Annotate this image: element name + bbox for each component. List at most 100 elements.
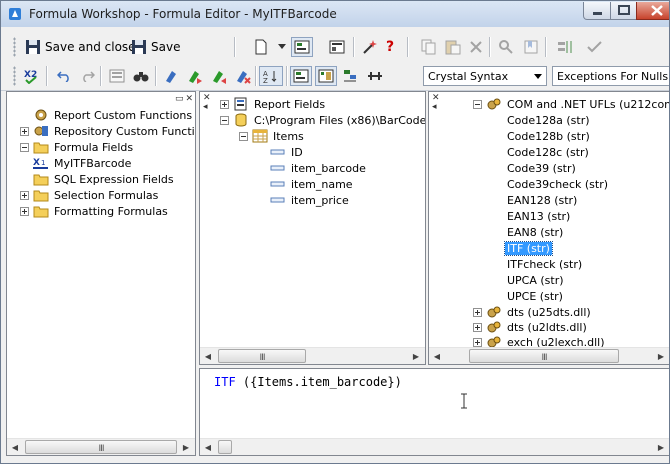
- expert-button[interactable]: [362, 37, 378, 57]
- minimize-button[interactable]: [583, 2, 611, 20]
- find-button[interactable]: [498, 37, 514, 57]
- tree-item[interactable]: ITF (str): [504, 240, 553, 256]
- save-and-close-button[interactable]: Save and close: [25, 37, 136, 57]
- pane-close-icon[interactable]: ✕: [185, 94, 193, 104]
- fields-tree-hscrollbar[interactable]: ◀ III ▶: [200, 347, 425, 364]
- new-dropdown-button[interactable]: [278, 37, 286, 57]
- tree-item[interactable]: Report Fields: [220, 96, 327, 112]
- scroll-thumb[interactable]: III: [25, 440, 177, 454]
- scroll-left-icon[interactable]: ◀: [200, 439, 216, 455]
- scroll-thumb[interactable]: III: [469, 349, 619, 363]
- scroll-thumb[interactable]: [218, 440, 232, 454]
- sort-button[interactable]: [557, 37, 575, 57]
- scroll-left-icon[interactable]: ◀: [200, 348, 216, 364]
- tree-item[interactable]: Code128a (str): [505, 112, 592, 128]
- toggle-tree-button[interactable]: [291, 37, 313, 57]
- expand-icon[interactable]: [473, 322, 482, 332]
- tree-item[interactable]: C:\Program Files (x86)\BarCodeWiz: [220, 112, 425, 128]
- tree-item[interactable]: dts (u25dts.dll): [473, 304, 593, 320]
- expand-icon[interactable]: [20, 190, 29, 200]
- sort-tree-button[interactable]: AZ: [259, 66, 283, 86]
- tree-item[interactable]: X 1 MyITFBarcode: [33, 155, 133, 171]
- tree-item[interactable]: Report Custom Functions: [33, 107, 194, 123]
- functions-tree-hscrollbar[interactable]: ◀ III ▶: [429, 347, 669, 364]
- workshop-tree-hscrollbar[interactable]: ◀ III ▶: [7, 438, 195, 455]
- help-button[interactable]: ?: [386, 37, 394, 57]
- expand-icon[interactable]: [20, 206, 29, 216]
- syntax-toggle-button[interactable]: [366, 66, 384, 86]
- tree-item[interactable]: item_barcode: [270, 160, 368, 176]
- show-function-tree-button[interactable]: [315, 66, 337, 86]
- tree-item[interactable]: ITFcheck (str): [505, 256, 584, 272]
- delete-button[interactable]: [469, 37, 483, 57]
- tree-item[interactable]: Code39 (str): [505, 160, 578, 176]
- undo-button[interactable]: [57, 66, 71, 86]
- paste-button[interactable]: [445, 37, 461, 57]
- tree-item[interactable]: Code128c (str): [505, 144, 591, 160]
- browse-data-button[interactable]: [109, 66, 125, 86]
- toolbar-separator: [489, 37, 491, 57]
- scroll-right-icon[interactable]: ▶: [653, 348, 669, 364]
- tree-item[interactable]: item_name: [270, 176, 355, 192]
- tree-item[interactable]: COM and .NET UFLs (u212com.dll): [473, 96, 669, 112]
- tree-item[interactable]: item_price: [270, 192, 351, 208]
- expand-icon[interactable]: [220, 99, 229, 109]
- collapse-icon[interactable]: [473, 99, 482, 109]
- close-window-button[interactable]: [636, 2, 669, 20]
- tree-item[interactable]: dts (u2ldts.dll): [473, 319, 589, 335]
- scroll-right-icon[interactable]: ▶: [178, 439, 194, 455]
- check-button[interactable]: [586, 37, 604, 57]
- expand-icon[interactable]: [473, 307, 482, 317]
- tree-item[interactable]: Repository Custom Functions: [20, 123, 195, 139]
- tree-item[interactable]: UPCA (str): [505, 272, 566, 288]
- expand-icon[interactable]: [20, 126, 29, 136]
- tree-item[interactable]: EAN128 (str): [505, 192, 579, 208]
- maximize-button[interactable]: [610, 2, 637, 20]
- scroll-right-icon[interactable]: ▶: [408, 348, 424, 364]
- new-button[interactable]: [254, 37, 268, 57]
- find-replace-button[interactable]: [133, 66, 149, 86]
- collapse-icon[interactable]: [20, 142, 29, 152]
- scroll-left-icon[interactable]: ◀: [429, 348, 445, 364]
- clear-bookmarks-button[interactable]: [234, 66, 252, 86]
- editor-hscrollbar[interactable]: ◀ ▶: [200, 438, 669, 455]
- collapse-icon[interactable]: [239, 131, 248, 141]
- tree-item[interactable]: Code39check (str): [505, 176, 610, 192]
- show-field-tree-button[interactable]: [290, 66, 312, 86]
- tree-view-icon: [294, 40, 310, 54]
- syntax-select[interactable]: Crystal Syntax: [423, 66, 547, 86]
- tree-item[interactable]: UPCE (str): [505, 288, 565, 304]
- toolbar-grip[interactable]: [13, 66, 16, 86]
- tree-item[interactable]: Formatting Formulas: [20, 203, 170, 219]
- bookmark-button[interactable]: [523, 37, 539, 57]
- check-formula-button[interactable]: X2: [23, 66, 41, 86]
- scroll-left-icon[interactable]: ◀: [7, 439, 23, 455]
- redo-button[interactable]: [81, 66, 95, 86]
- next-bookmark-button[interactable]: [186, 66, 204, 86]
- copy-button[interactable]: [421, 37, 437, 57]
- fields-tree-pane: ✕ ◂ Report Fields C:\Program Files (x86)\…: [199, 91, 426, 365]
- toggle-bookmark-button[interactable]: [163, 66, 179, 86]
- show-operator-tree-button[interactable]: [342, 66, 358, 86]
- tree-item[interactable]: Code128b (str): [505, 128, 592, 144]
- collapse-icon[interactable]: [220, 115, 229, 125]
- tree-item[interactable]: Formula Fields: [20, 139, 135, 155]
- save-button[interactable]: Save: [131, 37, 180, 57]
- scroll-thumb[interactable]: III: [218, 349, 306, 363]
- null-handling-select[interactable]: Exceptions For Nulls: [552, 66, 669, 86]
- toolbar-grip[interactable]: [13, 37, 16, 57]
- pane-dock-icon[interactable]: ◂: [432, 103, 440, 112]
- properties-button[interactable]: [329, 37, 345, 57]
- tree-item[interactable]: EAN13 (str): [505, 208, 572, 224]
- tree-item[interactable]: EAN8 (str): [505, 224, 565, 240]
- expand-icon[interactable]: [473, 337, 482, 347]
- tree-item[interactable]: Selection Formulas: [20, 187, 160, 203]
- formula-text[interactable]: ITF ({Items.item_barcode}): [214, 375, 402, 389]
- previous-bookmark-button[interactable]: [210, 66, 228, 86]
- tree-item[interactable]: SQL Expression Fields: [33, 171, 176, 187]
- pane-dock-icon[interactable]: ▭: [175, 94, 184, 104]
- scroll-right-icon[interactable]: ▶: [653, 439, 669, 455]
- pane-dock-icon[interactable]: ◂: [203, 103, 211, 112]
- tree-item[interactable]: Items: [239, 128, 306, 144]
- tree-item[interactable]: ID: [270, 144, 305, 160]
